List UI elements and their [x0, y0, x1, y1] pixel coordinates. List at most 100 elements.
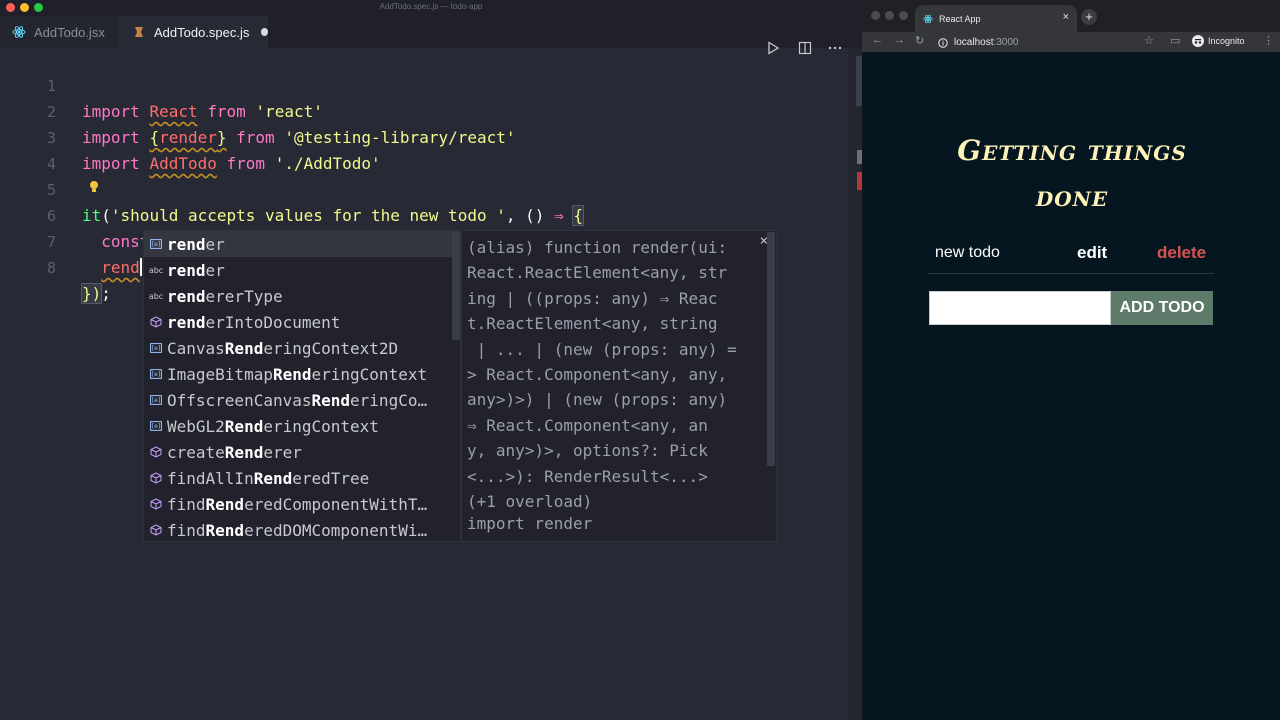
url-host: localhost	[954, 37, 994, 48]
lightbulb-icon[interactable]	[88, 180, 100, 194]
semicolon: ;	[101, 284, 111, 303]
suggestion-item[interactable]: [e] WebGL2RenderingContext	[144, 413, 460, 439]
react-icon	[12, 25, 26, 39]
suggestion-item[interactable]: [e] ImageBitmapRenderingContext	[144, 361, 460, 387]
identifier: React	[149, 102, 198, 121]
incognito-badge[interactable]: Incognito	[1192, 35, 1245, 47]
code-line-5: 5 it('should accepts values for the new …	[0, 151, 584, 226]
unsaved-dot-icon[interactable]	[261, 28, 268, 36]
typed-text: rend	[101, 258, 140, 277]
keyword: from	[207, 102, 246, 121]
arrow-operator: ⇒	[554, 206, 564, 225]
keyword: from	[236, 128, 275, 147]
new-tab-button[interactable]: +	[1081, 9, 1097, 25]
closing-brace: })	[80, 283, 103, 304]
cast-icon[interactable]: ▭	[1170, 34, 1180, 47]
svg-text:[e]: [e]	[152, 423, 160, 430]
close-tab-icon[interactable]: ×	[1063, 11, 1069, 23]
cube-icon	[149, 316, 163, 328]
svg-text:[e]: [e]	[152, 397, 160, 404]
suggestion-label: WebGL2RenderingContext	[167, 416, 379, 436]
variable-icon: [e]	[149, 368, 163, 380]
suggestion-label: CanvasRenderingContext2D	[167, 338, 399, 358]
todo-text: new todo	[935, 244, 1000, 261]
suggestion-item[interactable]: findAllInRenderedTree	[144, 465, 460, 491]
suggestion-item[interactable]: [e] render	[144, 231, 460, 257]
suggestion-label: rendererType	[167, 286, 283, 306]
text-abc-icon: abc	[148, 265, 164, 275]
cube-icon	[149, 472, 163, 484]
suggestion-item[interactable]: abc render	[144, 257, 460, 283]
brace: {	[149, 128, 160, 147]
variable-icon: [e]	[149, 394, 163, 406]
editor-scrollbar[interactable]	[848, 48, 862, 720]
params: ()	[525, 206, 545, 225]
suggestion-item[interactable]: findRenderedComponentWithT…	[144, 491, 460, 517]
suggest-widget: [e] render abc render abc rendererType renderI…	[143, 230, 461, 542]
close-window-icon[interactable]	[871, 11, 880, 20]
browser-toolbar: ← → ↻ localhost:3000 ☆ ▭ Incognito ⋮	[862, 32, 1280, 52]
variable-icon: [e]	[149, 420, 163, 432]
minimize-window-icon[interactable]	[885, 11, 894, 20]
cube-icon	[149, 498, 163, 510]
comma: ,	[505, 206, 516, 225]
info-icon[interactable]	[938, 37, 948, 48]
code-line-2: 2 import {render} from '@testing-library…	[0, 73, 516, 147]
function-name: it	[82, 206, 102, 225]
forward-icon[interactable]: →	[894, 34, 905, 46]
suggestion-item[interactable]: [e] CanvasRenderingContext2D	[144, 335, 460, 361]
suggestion-item[interactable]: abc rendererType	[144, 283, 460, 309]
back-icon[interactable]: ←	[872, 34, 883, 46]
code-line-8: 8 });	[0, 229, 111, 304]
suggestion-item[interactable]: createRenderer	[144, 439, 460, 465]
editor-tab-bar: AddTodo.jsx AddTodo.spec.js	[0, 16, 862, 55]
tab-label: AddTodo.jsx	[34, 24, 105, 40]
add-todo-button[interactable]: ADD TODO	[1111, 291, 1213, 325]
browser-window: React App × + ← → ↻ localhost:3000 ☆ ▭ I…	[862, 0, 1280, 720]
vscode-window: AddTodo.spec.js — todo-app AddTodo.jsx A…	[0, 0, 862, 720]
address-bar[interactable]: localhost:3000	[938, 35, 1158, 50]
new-todo-input[interactable]	[929, 291, 1111, 325]
todo-item: new todo edit delete	[928, 240, 1214, 274]
keyword: import	[82, 102, 140, 121]
edit-button[interactable]: edit	[1077, 243, 1107, 263]
keyword: import	[82, 128, 140, 147]
react-icon	[923, 14, 933, 24]
suggestion-label: findAllInRenderedTree	[167, 468, 370, 488]
tab-label: AddTodo.spec.js	[154, 24, 250, 40]
suggestion-label: render	[167, 260, 225, 280]
menu-icon[interactable]: ⋮	[1263, 34, 1274, 47]
text-cursor	[139, 258, 142, 276]
suggest-scrollbar[interactable]	[452, 232, 460, 340]
identifier: AddTodo	[149, 154, 217, 173]
cube-icon	[149, 446, 163, 458]
bookmark-star-icon[interactable]: ☆	[1144, 34, 1154, 47]
suggestion-item[interactable]: [e] OffscreenCanvasRenderingCo…	[144, 387, 460, 413]
suggestion-label: findRenderedDOMComponentWi…	[167, 520, 428, 540]
incognito-icon	[1192, 35, 1204, 47]
maximize-window-icon[interactable]	[899, 11, 908, 20]
suggestion-item[interactable]: renderIntoDocument	[144, 309, 460, 335]
details-import: import render	[467, 514, 593, 533]
svg-text:[e]: [e]	[152, 371, 160, 378]
code-line-1: 1 import React from 'react'	[0, 47, 323, 121]
window-title: AddTodo.spec.js — todo-app	[379, 2, 483, 11]
string-literal: './AddTodo'	[274, 154, 381, 173]
variable-icon: [e]	[149, 238, 163, 250]
suggestion-item[interactable]: findRenderedDOMComponentWi…	[144, 517, 460, 543]
suggestion-label: OffscreenCanvasRenderingCo…	[167, 390, 428, 410]
reload-icon[interactable]: ↻	[915, 34, 924, 47]
tab-addtodo-spec-js[interactable]: AddTodo.spec.js	[118, 16, 268, 48]
browser-tab-strip: React App × +	[862, 0, 1280, 32]
suggestion-label: createRenderer	[167, 442, 302, 462]
code-line-3: 3 import AddTodo from './AddTodo'	[0, 99, 381, 173]
suggest-details: (alias) function render(ui: React.ReactE…	[461, 230, 777, 542]
browser-tab[interactable]: React App ×	[915, 5, 1077, 32]
tab-addtodo-jsx[interactable]: AddTodo.jsx	[0, 16, 118, 48]
delete-button[interactable]: delete	[1157, 243, 1206, 263]
url-port: :3000	[993, 37, 1019, 48]
string-literal: 'should accepts values for the new todo …	[110, 206, 506, 225]
cube-icon	[149, 524, 163, 536]
details-signature: (alias) function render(ui: React.ReactE…	[467, 238, 737, 512]
details-scrollbar[interactable]	[767, 232, 775, 466]
